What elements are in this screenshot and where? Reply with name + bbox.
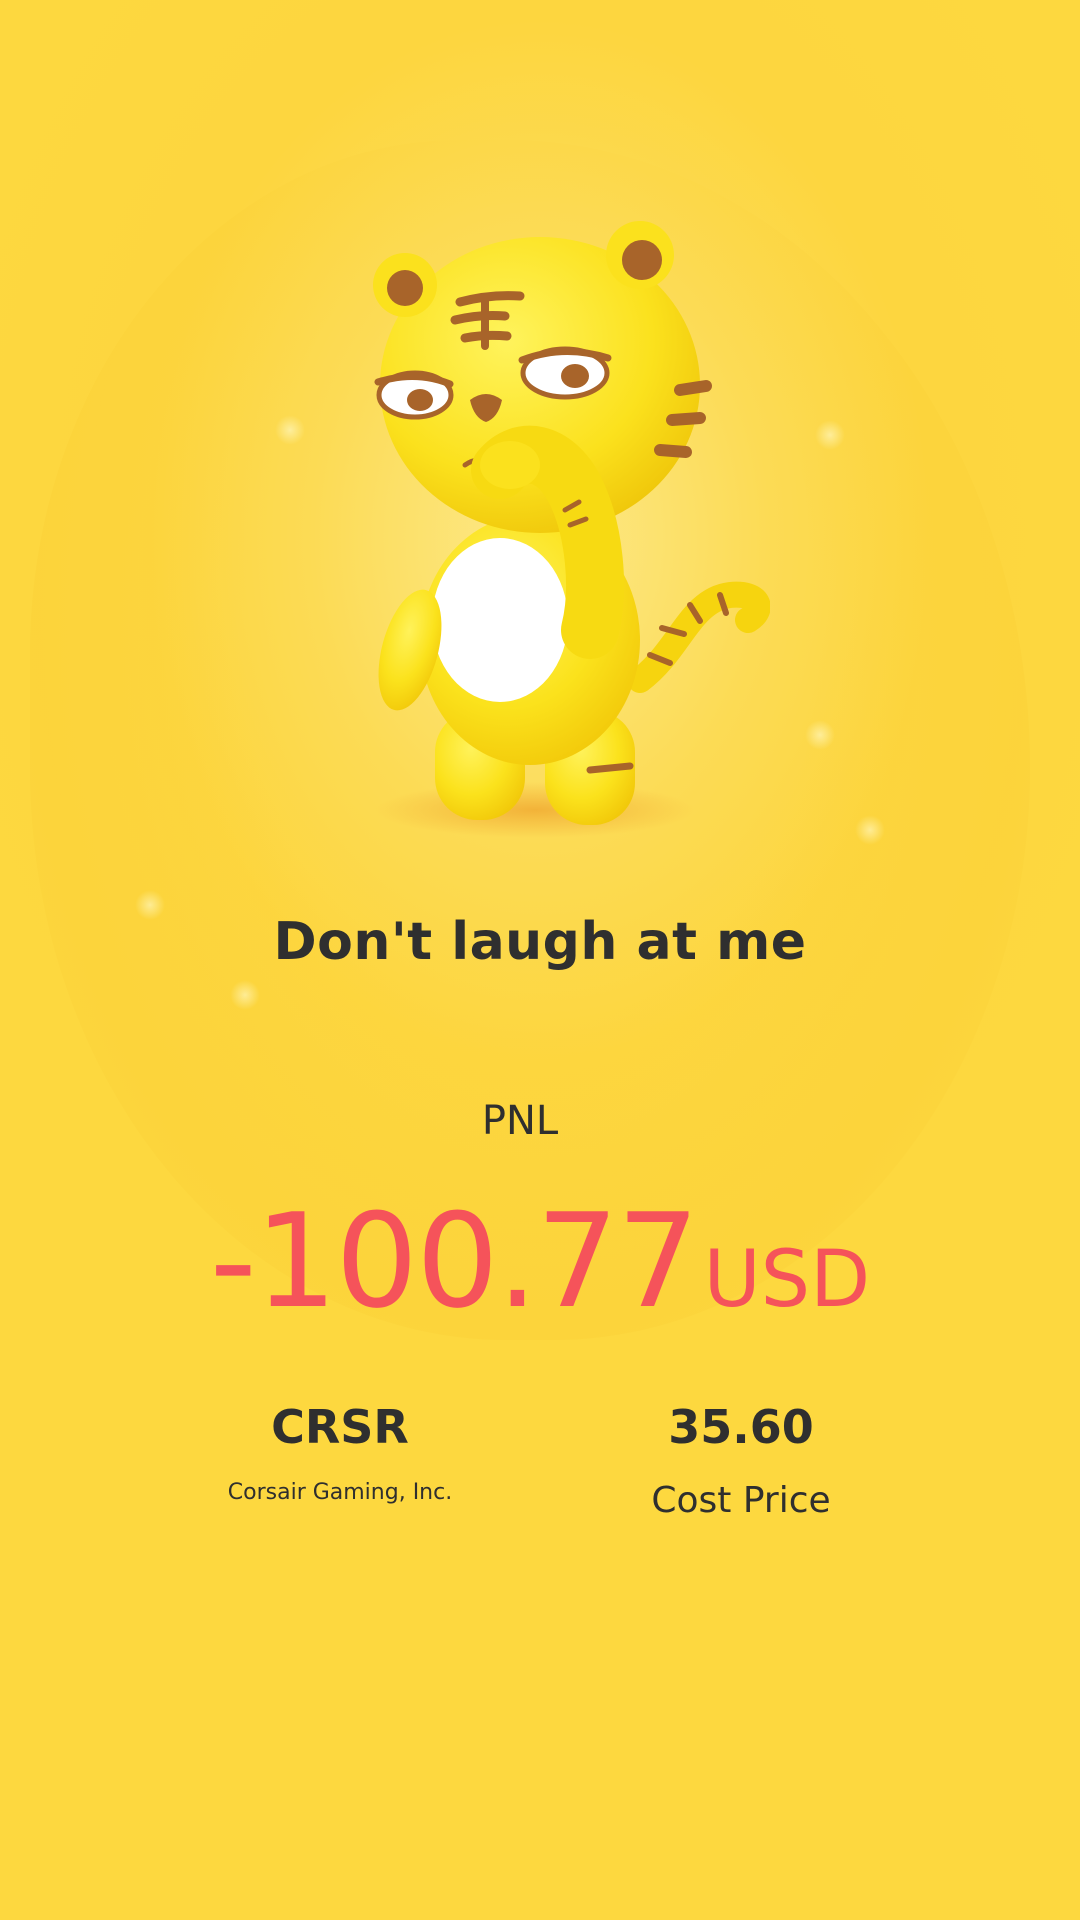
sparkle-decoration (815, 420, 845, 450)
cost-info: 35.60 Cost Price (541, 1400, 941, 1521)
pnl-currency: USD (703, 1235, 871, 1325)
company-name: Corsair Gaming, Inc. (227, 1480, 453, 1505)
sparkle-decoration (230, 980, 260, 1010)
cost-price-label: Cost Price (651, 1480, 831, 1521)
headline: Don't laugh at me (273, 912, 807, 972)
pnl-value: -100.77 (209, 1185, 700, 1337)
pnl-label: PNL (481, 1098, 559, 1144)
stock-ticker: CRSR (271, 1400, 409, 1454)
stock-info: CRSR Corsair Gaming, Inc. (140, 1400, 540, 1505)
pnl-value-row: -100.77USD (0, 1185, 1080, 1337)
sparkle-decoration (275, 415, 305, 445)
tiger-mascot-icon (373, 221, 770, 838)
cost-price-value: 35.60 (668, 1400, 814, 1454)
sparkle-decoration (805, 720, 835, 750)
sparkle-decoration (855, 815, 885, 845)
